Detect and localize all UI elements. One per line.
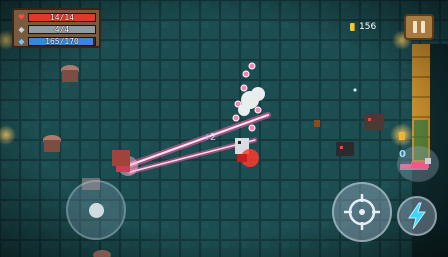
- armor-row: ◆ 4/4: [17, 24, 96, 35]
- coin-count: 156: [359, 22, 377, 32]
- attack-button[interactable]: [332, 182, 392, 242]
- pause-icon: [411, 21, 427, 33]
- skill-button[interactable]: [397, 196, 437, 236]
- joystick-knob[interactable]: [89, 203, 104, 218]
- health-row: ♥ 14/14: [17, 12, 96, 23]
- energy-diamond-icon: ◆: [18, 37, 25, 46]
- crosshair-icon: [344, 194, 380, 230]
- shield-icon: ◆: [18, 25, 25, 34]
- armor-text: 4/4: [54, 25, 70, 34]
- weapon-icon: [411, 158, 431, 168]
- coin-icon: [350, 23, 355, 31]
- energy-row: ◆ 165/170: [17, 36, 96, 47]
- player-stats-panel: ♥ 14/14 ◆ 4/4 ◆ 165/170: [12, 8, 101, 48]
- heart-icon: ♥: [17, 13, 26, 22]
- game-viewport[interactable]: +2 ♥ 14/14 ◆ 4/4 ◆: [0, 0, 448, 257]
- armor-bar: 4/4: [28, 25, 96, 34]
- energy-bar: 165/170: [28, 37, 96, 46]
- lightning-icon: [408, 202, 426, 230]
- health-text: 14/14: [49, 13, 75, 22]
- pause-button[interactable]: [404, 14, 434, 40]
- weapon-switch-button[interactable]: 0: [397, 146, 439, 182]
- coin-counter: 156: [350, 22, 376, 32]
- health-bar: 14/14: [28, 13, 96, 22]
- energy-text: 165/170: [45, 37, 79, 46]
- movement-joystick[interactable]: [66, 180, 126, 240]
